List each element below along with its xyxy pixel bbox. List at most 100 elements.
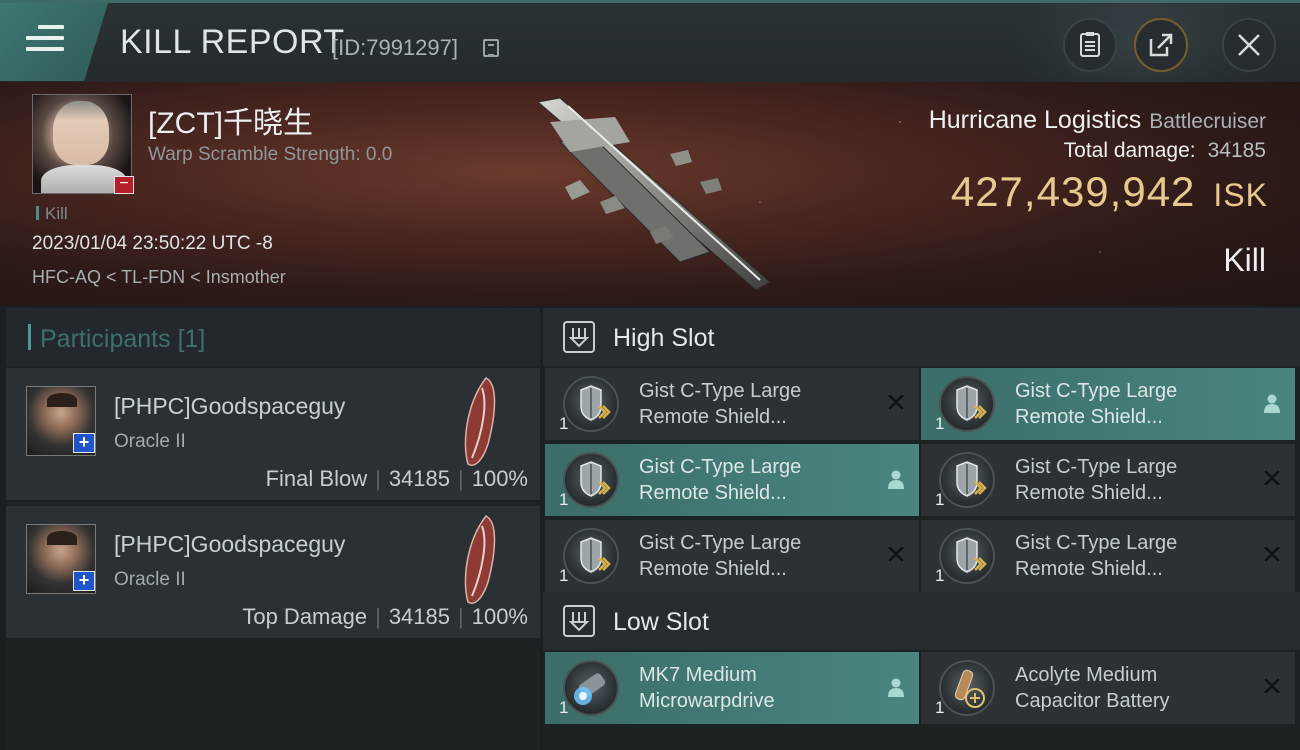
participant-stats: Final Blow | 34185 | 100%: [265, 466, 528, 491]
module-name: Gist C-Type Large Remote Shield...: [1015, 378, 1177, 430]
person-icon: [885, 468, 907, 490]
module-slot[interactable]: 1 Gist C-Type Large Remote Shield...: [545, 520, 919, 592]
victim-ship-image[interactable]: [520, 92, 780, 302]
module-slot[interactable]: 1 Gist C-Type Large Remote Shield...: [921, 520, 1295, 592]
participants-header: Participants [1]: [6, 308, 540, 366]
module-name-line2: Remote Shield...: [1015, 558, 1163, 580]
isk-unit: ISK: [1213, 177, 1268, 213]
module-slot[interactable]: 1 Acolyte Medium Capacitor Battery: [921, 652, 1295, 724]
module-name-line2: Remote Shield...: [1015, 482, 1163, 504]
participants-panel: Participants [1] + [PHPC]Goodspaceguy Or…: [6, 308, 540, 750]
module-name-line2: Remote Shield...: [639, 482, 787, 504]
module-slot[interactable]: 1 Gist C-Type Large Remote Shield...: [545, 368, 919, 440]
module-name-line1: Gist C-Type Large: [1015, 380, 1178, 402]
warp-scramble-strength: Warp Scramble Strength: 0.0: [148, 144, 393, 165]
capacitor-battery-icon: [939, 660, 995, 716]
remote-shield-icon: [563, 452, 619, 508]
kill-tag: Kill: [36, 204, 68, 224]
microwarpdrive-icon: [563, 660, 619, 716]
remote-shield-icon: [563, 376, 619, 432]
module-quantity: 1: [559, 566, 569, 585]
module-name: Gist C-Type Large Remote Shield...: [1015, 530, 1177, 582]
top-bar: KILL REPORT [ID:7991297]: [0, 0, 1300, 123]
pilot-name[interactable]: [PHPC]Goodspaceguy: [114, 531, 345, 558]
person-icon: [1261, 392, 1283, 414]
module-slot[interactable]: 1 Gist C-Type Large Remote Shield...: [921, 368, 1295, 440]
participant-percent: 100%: [471, 604, 528, 629]
pilot-standing-badge: +: [73, 571, 95, 591]
remote-shield-icon: [563, 528, 619, 584]
victim-ship-name[interactable]: Hurricane Logistics Battlecruiser: [929, 106, 1266, 135]
share-export-icon: [1149, 33, 1173, 57]
x-mark-icon: [1261, 544, 1283, 566]
module-name-line1: Gist C-Type Large: [639, 532, 802, 554]
module-slot[interactable]: 1 MK7 Medium Microwarpdrive: [545, 652, 919, 724]
low-slot-header: Low Slot: [543, 592, 1300, 650]
pilot-ship-thumbnail[interactable]: [452, 374, 508, 470]
module-name-line1: Gist C-Type Large: [639, 380, 802, 402]
module-name-line1: Gist C-Type Large: [1015, 456, 1178, 478]
module-quantity: 1: [935, 566, 945, 585]
module-name: Gist C-Type Large Remote Shield...: [639, 530, 801, 582]
fitting-panel: High Slot 1 Gist C-Type Large Remote Shiel…: [543, 308, 1300, 750]
module-slot[interactable]: 1 Gist C-Type Large Remote Shield...: [921, 444, 1295, 516]
pilot-standing-badge: +: [73, 433, 95, 453]
module-name-line2: Capacitor Battery: [1015, 690, 1170, 712]
module-slot[interactable]: 1 Gist C-Type Large Remote Shield...: [545, 444, 919, 516]
module-name-line2: Remote Shield...: [639, 558, 787, 580]
isk-value: 427,439,942 ISK: [950, 168, 1268, 215]
module-quantity: 1: [559, 490, 569, 509]
module-name-line2: Microwarpdrive: [639, 690, 775, 712]
module-name-line1: Acolyte Medium: [1015, 664, 1158, 686]
victim-name[interactable]: [ZCT]千晓生: [148, 98, 313, 142]
notes-button[interactable]: [1063, 18, 1117, 72]
module-name: Acolyte Medium Capacitor Battery: [1015, 662, 1170, 714]
person-icon: [885, 676, 907, 698]
high-slot-header: High Slot: [543, 308, 1300, 366]
x-mark-icon: [1261, 468, 1283, 490]
pilot-ship-thumbnail[interactable]: [452, 512, 508, 608]
close-icon: [1238, 34, 1260, 56]
page-title: KILL REPORT: [120, 23, 345, 61]
low-slot-icon: [563, 605, 595, 637]
close-button[interactable]: [1222, 18, 1276, 72]
x-mark-icon: [1261, 676, 1283, 698]
pilot-ship: Oracle II: [114, 569, 186, 590]
x-mark-icon: [885, 392, 907, 414]
participant-role: Final Blow: [265, 466, 368, 491]
module-name: Gist C-Type Large Remote Shield...: [639, 378, 801, 430]
participant-damage: 34185: [388, 604, 450, 629]
remote-shield-icon: [939, 452, 995, 508]
hamburger-menu-icon[interactable]: [26, 25, 64, 57]
module-quantity: 1: [935, 414, 945, 433]
module-quantity: 1: [559, 698, 569, 717]
remote-shield-icon: [939, 528, 995, 584]
module-name: Gist C-Type Large Remote Shield...: [639, 454, 801, 506]
x-mark-icon: [885, 544, 907, 566]
module-name: MK7 Medium Microwarpdrive: [639, 662, 775, 714]
total-damage-value: 34185: [1207, 139, 1266, 162]
low-slot-label: Low Slot: [613, 608, 709, 636]
participant-percent: 100%: [471, 466, 528, 491]
module-quantity: 1: [559, 414, 569, 433]
report-id: [ID:7991297]: [332, 35, 458, 60]
participants-accent-bar: [28, 324, 31, 350]
kill-location[interactable]: HFC-AQ < TL-FDN < Insmother: [32, 267, 286, 288]
module-quantity: 1: [935, 698, 945, 717]
participant-role: Top Damage: [242, 604, 368, 629]
participant-card[interactable]: + [PHPC]Goodspaceguy Oracle II Top Damag…: [6, 506, 540, 640]
participant-damage: 34185: [388, 466, 450, 491]
module-name-line2: Remote Shield...: [1015, 406, 1163, 428]
module-name-line1: Gist C-Type Large: [1015, 532, 1178, 554]
total-damage: Total damage: 34185: [1063, 139, 1266, 162]
high-slot-icon: [563, 321, 595, 353]
module-name-line2: Remote Shield...: [639, 406, 787, 428]
clipboard-icon: [1080, 32, 1100, 57]
pilot-name[interactable]: [PHPC]Goodspaceguy: [114, 393, 345, 420]
victim-banner: − [ZCT]千晓生 Warp Scramble Strength: 0.0 K…: [0, 82, 1300, 306]
module-quantity: 1: [935, 490, 945, 509]
participant-card[interactable]: + [PHPC]Goodspaceguy Oracle II Final Blo…: [6, 368, 540, 502]
result-label: Kill: [1223, 242, 1266, 278]
copy-icon[interactable]: [483, 39, 499, 57]
share-button[interactable]: [1134, 18, 1188, 72]
